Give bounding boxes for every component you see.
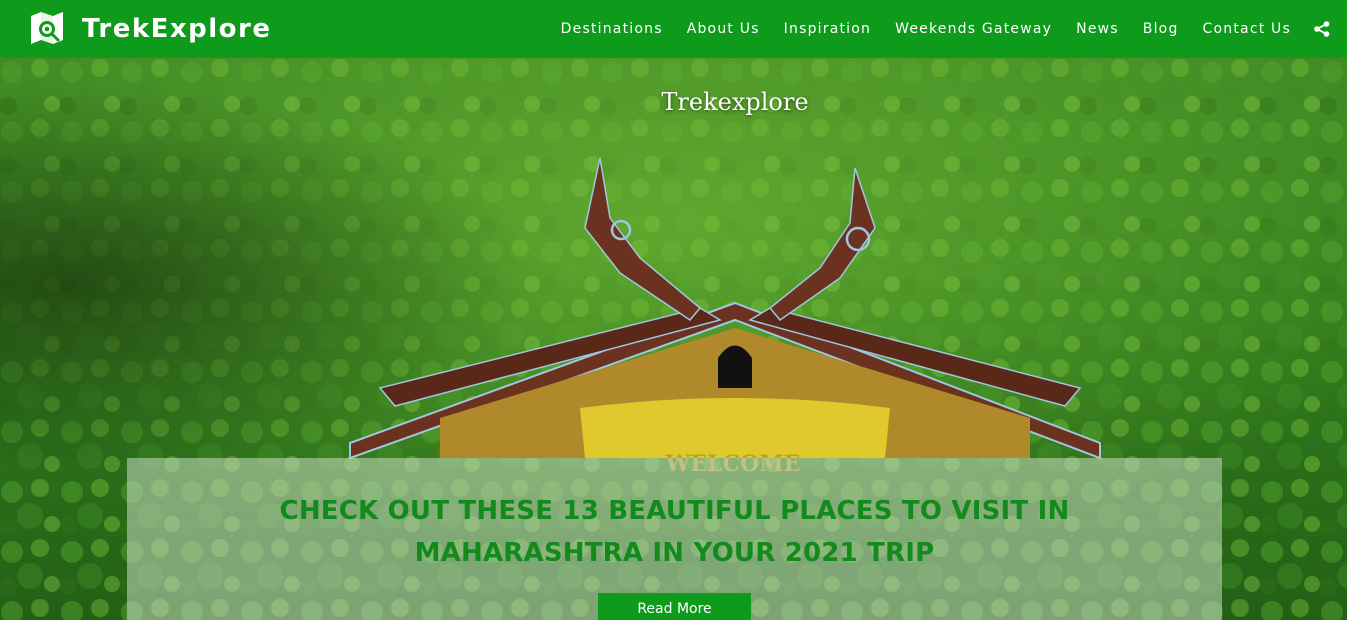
read-more-button[interactable]: Read More xyxy=(598,593,751,620)
eye-map-icon xyxy=(31,12,63,44)
brand-name: TrekExplore xyxy=(82,14,272,44)
brand[interactable]: TrekExplore xyxy=(28,10,272,48)
nav-item-blog[interactable]: Blog xyxy=(1143,21,1179,37)
nav-item-contact-us[interactable]: Contact Us xyxy=(1203,21,1291,37)
featured-caption: CHECK OUT THESE 13 BEAUTIFUL PLACES TO V… xyxy=(127,458,1222,620)
nav-item-inspiration[interactable]: Inspiration xyxy=(784,21,871,37)
nav-item-weekends-gateway[interactable]: Weekends Gateway xyxy=(895,21,1052,37)
featured-headline[interactable]: CHECK OUT THESE 13 BEAUTIFUL PLACES TO V… xyxy=(167,490,1182,574)
hero-watermark-title: Trekexplore xyxy=(661,88,809,116)
hero-banner: WELCOME Trekexplore CHECK OUT THESE 13 B… xyxy=(0,58,1347,620)
main-nav: Destinations About Us Inspiration Weeken… xyxy=(537,20,1331,38)
nav-item-about-us[interactable]: About Us xyxy=(687,21,760,37)
nav-item-news[interactable]: News xyxy=(1076,21,1119,37)
share-icon[interactable] xyxy=(1313,20,1331,38)
top-navbar: TrekExplore Destinations About Us Inspir… xyxy=(0,0,1347,58)
nav-item-destinations[interactable]: Destinations xyxy=(561,21,663,37)
